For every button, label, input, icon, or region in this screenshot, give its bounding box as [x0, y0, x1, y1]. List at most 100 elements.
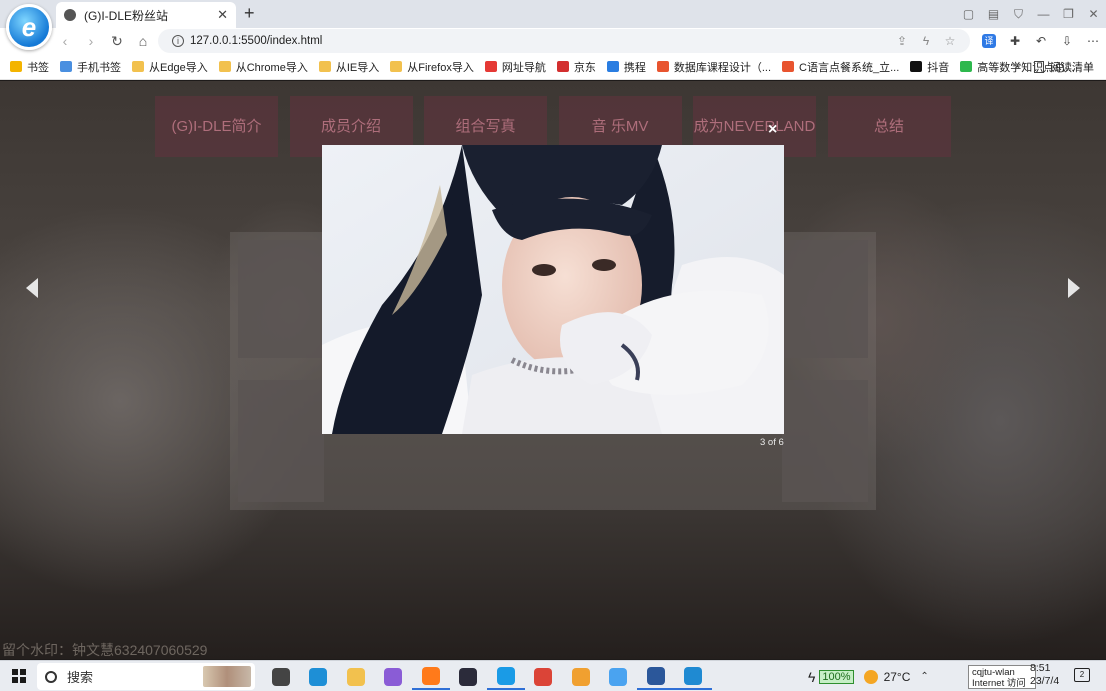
wechat-icon [960, 61, 973, 72]
maximize-button[interactable]: ❐ [1056, 7, 1081, 21]
taskbar-app-browser[interactable] [487, 663, 525, 690]
bookmark-item[interactable]: 从Chrome导入 [218, 59, 308, 75]
bookmark-label: 从Edge导入 [149, 61, 208, 74]
collections-icon[interactable]: ▤ [981, 7, 1006, 21]
previous-arrow-icon[interactable] [26, 278, 38, 298]
taskbar-app-edge[interactable] [300, 663, 338, 690]
close-window-button[interactable]: ✕ [1081, 7, 1106, 21]
menu-item-summary[interactable]: 总结 [827, 96, 951, 157]
notification-center-button[interactable]: 2 [1074, 668, 1090, 682]
browser-icon [496, 666, 515, 685]
bookmark-item[interactable]: 抖音 [910, 59, 949, 75]
taskbar-app-task-view[interactable] [262, 663, 300, 690]
bookmarks-bar: 书签 手机书签 从Edge导入 从Chrome导入 从IE导入 从Firefox… [0, 54, 1106, 80]
taskbar-app-terminal[interactable] [450, 663, 488, 690]
bookmark-item[interactable]: 从Edge导入 [132, 59, 208, 75]
weather-widget[interactable]: 27°C [863, 669, 910, 684]
lightbox-image[interactable] [322, 145, 784, 434]
site-info-icon[interactable]: i [172, 35, 184, 47]
taskbar-app-explorer[interactable] [337, 663, 375, 690]
more-menu-icon[interactable]: ⋯ [1080, 34, 1106, 48]
url-text[interactable]: 127.0.0.1:5500/index.html [190, 35, 322, 47]
minimize-button[interactable]: — [1031, 7, 1056, 21]
sidebar-toggle-icon[interactable]: ▢ [956, 7, 981, 21]
menu-item-intro[interactable]: (G)I-DLE简介 [155, 96, 278, 157]
battery-indicator[interactable]: 100% [819, 669, 854, 684]
taskbar-clock[interactable]: 8:51 23/7/4 [1030, 662, 1059, 688]
taskbar-app-chrome[interactable] [525, 663, 563, 690]
app-icon [571, 667, 590, 686]
forward-button[interactable]: › [78, 33, 104, 49]
translate-icon[interactable]: 译 [982, 34, 996, 48]
new-tab-button[interactable]: + [244, 4, 255, 22]
bookmark-item[interactable]: 京东 [556, 59, 596, 75]
taskbar-app-orange[interactable] [562, 663, 600, 690]
gallery-thumbnail[interactable] [782, 380, 868, 502]
folder-icon [218, 61, 231, 72]
address-bar[interactable]: i 127.0.0.1:5500/index.html ⇪ ϟ ☆ [158, 29, 970, 53]
bookmark-item[interactable]: 从Firefox导入 [390, 59, 474, 75]
douyin-icon [910, 61, 923, 72]
more-bookmarks-button[interactable]: » [1014, 61, 1020, 73]
bookmark-label: 数据库课程设计（... [673, 61, 772, 74]
lightbox-counter: 3 of 6 [760, 437, 784, 448]
browser-tab[interactable]: (G)I-DLE粉丝站 ✕ [56, 2, 236, 28]
taskbar-app-vscode[interactable] [674, 663, 712, 690]
bookmark-label: 携程 [623, 61, 646, 74]
shield-icon[interactable]: ⛉ [1006, 7, 1031, 22]
search-label: 搜索 [67, 670, 94, 685]
search-highlight-image [203, 666, 251, 687]
favorite-star-icon[interactable]: ☆ [938, 34, 962, 48]
folder-icon [318, 61, 331, 72]
home-button[interactable]: ⌂ [130, 33, 156, 49]
tab-close-icon[interactable]: ✕ [217, 7, 228, 23]
undo-icon[interactable]: ↶ [1028, 34, 1054, 48]
start-button[interactable] [12, 669, 26, 683]
charging-icon: ϟ [808, 668, 816, 685]
bookmark-item[interactable]: 手机书签 [60, 59, 121, 75]
bookmark-label: 书签 [27, 61, 49, 74]
copilot-icon [384, 667, 403, 686]
taskbar-search[interactable]: 搜索 [37, 663, 255, 690]
site-favicon-icon [64, 9, 76, 21]
gallery-thumbnail[interactable] [238, 380, 324, 502]
taskbar: 搜索 ϟ 100% 27°C ⌃ [0, 660, 1106, 691]
taskbar-app-word[interactable] [637, 663, 675, 690]
lightbox-close-button[interactable]: × [768, 121, 777, 139]
bookmarks-right: » 阅读清单 [1014, 54, 1094, 79]
lightning-icon[interactable]: ϟ [914, 34, 938, 48]
extensions-icon[interactable]: ✚ [1002, 34, 1028, 48]
next-arrow-icon[interactable] [1068, 278, 1080, 298]
jd-icon [556, 61, 569, 72]
tab-title: (G)I-DLE粉丝站 [84, 8, 169, 23]
search-icon [45, 670, 57, 683]
csdn-icon [782, 61, 795, 72]
app-icon [609, 667, 628, 686]
share-icon[interactable]: ⇪ [890, 34, 914, 48]
bookmark-item[interactable]: 网址导航 [484, 59, 546, 75]
network-name: cqjtu-wlan [972, 667, 1015, 678]
bookmark-item[interactable]: 书签 [10, 59, 49, 75]
window-controls: ▢ ▤ ⛉ — ❐ ✕ [956, 0, 1106, 28]
bookmark-label: 手机书签 [77, 61, 121, 74]
bookmark-label: 网址导航 [501, 61, 546, 74]
bookmark-item[interactable]: 数据库课程设计（... [656, 59, 772, 75]
taskbar-app-firefox[interactable] [412, 663, 450, 690]
refresh-button[interactable]: ↻ [104, 33, 130, 50]
word-icon [646, 666, 665, 685]
weather-sun-icon [863, 669, 878, 684]
gallery-thumbnail[interactable] [238, 240, 324, 358]
bookmark-item[interactable]: 从IE导入 [318, 59, 379, 75]
taskbar-app-blue[interactable] [600, 663, 638, 690]
show-hidden-icons-button[interactable]: ⌃ [920, 671, 928, 682]
download-icon[interactable]: ⇩ [1054, 34, 1080, 48]
taskbar-app-copilot[interactable] [375, 663, 413, 690]
folder-icon [346, 667, 365, 686]
bookmark-item[interactable]: C语言点餐系统_立... [782, 59, 899, 75]
gallery-thumbnail[interactable] [782, 240, 868, 358]
reading-list-button[interactable]: 阅读清单 [1050, 59, 1094, 75]
bookmark-item[interactable]: 携程 [606, 59, 646, 75]
back-button[interactable]: ‹ [52, 33, 78, 49]
bookmark-label: 抖音 [927, 61, 950, 74]
bookmark-label: 从Firefox导入 [407, 61, 474, 74]
